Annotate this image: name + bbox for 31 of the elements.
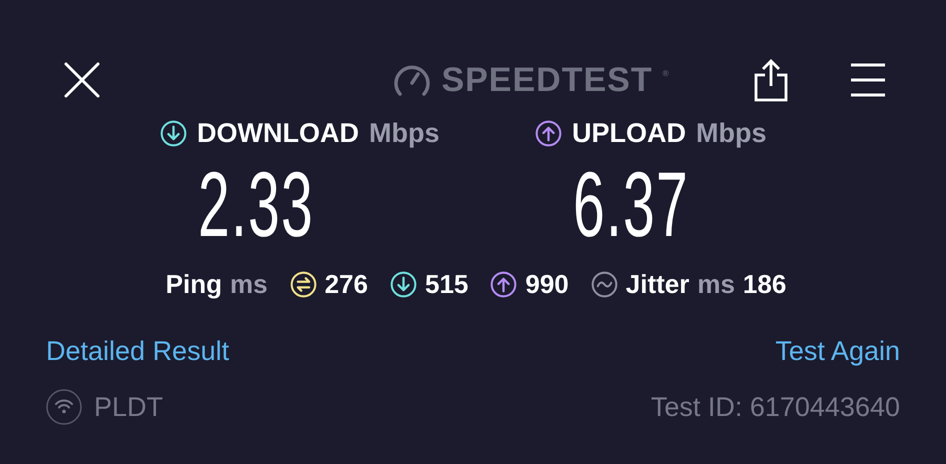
result-label: DOWNLOAD [197,118,359,149]
unit-label: Mbps [368,118,440,149]
stat-value: 186 [742,269,786,300]
result-label: UPLOAD [572,118,686,149]
stat-value: 515 [424,269,468,300]
stat-value: 990 [525,269,569,300]
upload-icon [535,120,562,147]
trademark-sign: ® [662,68,669,78]
upload-icon [490,271,518,298]
download-icon [160,120,187,147]
wave-icon [590,271,618,298]
share-icon[interactable] [754,58,788,102]
unit-label: Mbps [696,118,766,149]
unit-label: ms [697,269,735,300]
speed-value: 6.37 [573,159,689,251]
speed-value: 2.33 [198,159,314,251]
logo-text: SPEEDTEST [441,60,653,100]
ping-icon [290,271,317,298]
menu-icon[interactable] [850,63,886,97]
result-link[interactable]: Detailed Result [46,336,230,367]
gauge-icon [393,63,432,97]
jitter-label: Jitter [626,269,690,300]
unit-label: ms [230,269,268,300]
stat-value: 276 [324,269,368,300]
provider-name: PLDT [94,392,164,422]
result-link[interactable]: Test Again [775,336,900,367]
wifi-icon [46,389,82,425]
download-icon [390,271,417,298]
close-icon[interactable] [64,62,100,98]
ping-label: Ping [166,269,222,300]
test-id: Test ID: 6170443640 [650,392,900,422]
